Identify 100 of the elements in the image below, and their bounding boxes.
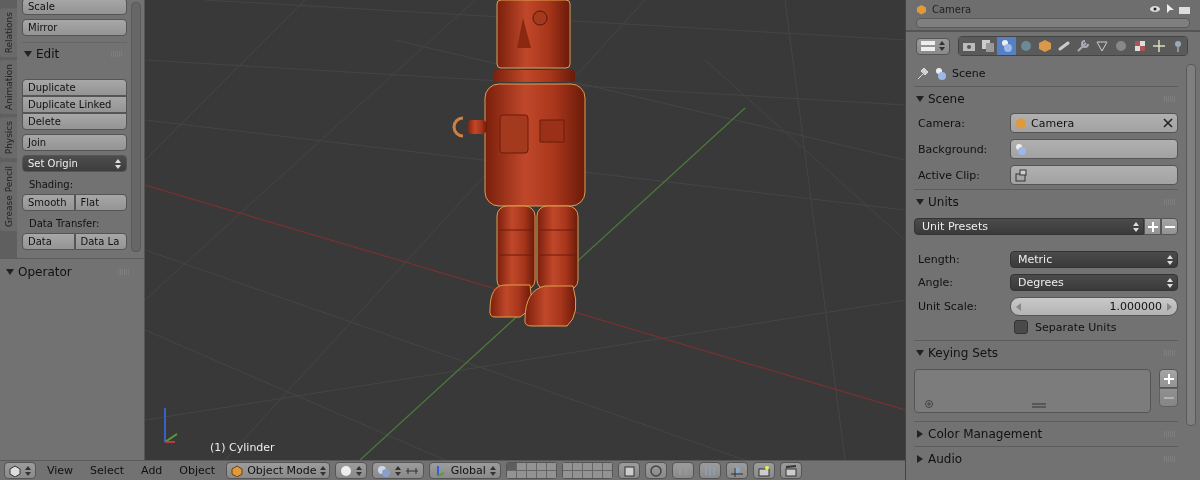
tool-button[interactable]: Smooth — [22, 194, 75, 211]
axis-icon — [434, 463, 447, 478]
panel-header[interactable]: Audio — [914, 447, 1178, 471]
cube-icon — [231, 464, 244, 477]
object-field[interactable] — [1010, 139, 1178, 159]
toolbar-button[interactable] — [618, 462, 641, 479]
tool-button[interactable]: Data — [22, 233, 75, 250]
lock-icon — [623, 464, 636, 477]
up-down-arrows-icon — [395, 465, 402, 476]
field-label: Background: — [918, 142, 989, 156]
dropdown[interactable]: Degrees — [1010, 274, 1178, 291]
up-down-arrows-icon — [490, 465, 497, 476]
up-down-arrows-icon — [115, 158, 121, 169]
left-arrow-icon — [1016, 302, 1021, 311]
field-label: Length: — [918, 253, 961, 266]
up-down-arrows-icon — [1133, 221, 1139, 232]
axis-gizmo-icon — [164, 407, 178, 443]
checkbox[interactable] — [1014, 320, 1028, 334]
collapse-triangle-icon[interactable] — [916, 198, 924, 206]
expand-triangle-icon[interactable] — [916, 430, 924, 438]
globe-icon — [1018, 39, 1033, 53]
up-down-arrows-icon — [25, 465, 31, 476]
robot-drawing[interactable] — [452, 0, 586, 327]
properties-tab[interactable] — [997, 37, 1016, 55]
scrollbar[interactable] — [131, 2, 141, 252]
mode-dropdown[interactable]: Object Mode — [226, 462, 331, 479]
cube-icon — [9, 464, 21, 477]
collapse-triangle-icon[interactable] — [916, 95, 924, 103]
pivot-dropdown[interactable] — [372, 462, 425, 479]
panel-header[interactable]: Scene — [914, 87, 1178, 111]
up-down-arrows-icon — [1167, 254, 1173, 265]
tool-button[interactable]: Data La — [74, 233, 127, 250]
layer-grid[interactable] — [506, 462, 558, 479]
list-box[interactable] — [914, 369, 1151, 413]
collapse-triangle-icon[interactable] — [24, 50, 32, 58]
tool-button[interactable]: Scale — [22, 0, 127, 15]
resize-grip-icon[interactable] — [1031, 403, 1046, 408]
panel-title: Keying Sets — [928, 346, 999, 360]
up-down-arrows-icon — [356, 465, 363, 476]
panel-header[interactable]: Units — [914, 190, 1178, 214]
spheres-icon — [1015, 142, 1027, 156]
panel-title: Audio — [928, 452, 963, 466]
spheres-icon — [935, 66, 947, 80]
pin-icon[interactable] — [916, 66, 930, 80]
object-name-label: (1) Cylinder — [210, 441, 275, 454]
editor-type-button[interactable] — [916, 37, 950, 55]
tool-button[interactable]: Join — [22, 134, 127, 151]
outliner-item[interactable]: Camera — [932, 3, 972, 15]
editor-type-button[interactable] — [4, 462, 36, 479]
tool-button[interactable]: Mirror — [22, 19, 127, 36]
wrench-icon — [1075, 39, 1090, 53]
toolbar-button[interactable] — [753, 462, 776, 479]
tool-button[interactable]: Duplicate — [22, 79, 127, 96]
expand-triangle-icon[interactable] — [916, 455, 924, 463]
editor-icon — [921, 40, 935, 52]
shading-dropdown[interactable] — [335, 462, 368, 479]
eye-icon[interactable] — [1149, 5, 1161, 13]
object-field[interactable] — [1010, 165, 1178, 185]
tool-button[interactable]: Flat — [74, 194, 127, 211]
layer-grid[interactable] — [562, 462, 614, 479]
panel-title: Edit — [36, 47, 60, 61]
scrollbar[interactable] — [916, 18, 1190, 28]
menu-item[interactable]: Add — [135, 464, 169, 477]
toolbar-button[interactable] — [645, 462, 668, 479]
up-down-arrows-icon — [939, 41, 945, 51]
cursor-icon[interactable] — [1166, 4, 1174, 14]
scrollbar[interactable] — [1186, 64, 1196, 426]
panel-header[interactable]: Edit — [22, 42, 127, 67]
circle-icon — [650, 464, 663, 477]
toolbar-button[interactable] — [780, 462, 803, 479]
tool-button[interactable]: Delete — [22, 113, 127, 130]
collapse-triangle-icon[interactable] — [6, 268, 14, 276]
panel-header[interactable]: Color Management — [914, 422, 1178, 446]
menu-item[interactable]: View — [41, 464, 80, 477]
tool-button[interactable]: Duplicate Linked — [22, 96, 127, 113]
number-field[interactable]: 1.000000 — [1010, 297, 1178, 316]
panel-title: Color Management — [928, 427, 1043, 441]
menu-item[interactable]: Select — [84, 464, 131, 477]
checker-icon — [1132, 39, 1147, 53]
add-button[interactable] — [1144, 218, 1161, 235]
presets-dropdown[interactable]: Unit Presets — [914, 218, 1144, 235]
grid-snap-icon — [731, 464, 744, 477]
panel-header[interactable]: Keying Sets — [914, 341, 1178, 365]
add-button[interactable] — [1159, 369, 1178, 388]
dropdown[interactable]: Metric — [1010, 251, 1178, 268]
dropdown[interactable]: Set Origin — [22, 155, 127, 172]
close-icon[interactable] — [1163, 118, 1173, 128]
panel-header[interactable]: Operator — [0, 259, 144, 283]
properties-tab[interactable] — [959, 37, 978, 55]
panel-title: Operator — [18, 265, 72, 279]
panel-title: Scene — [928, 92, 965, 106]
object-field[interactable]: Camera — [1010, 113, 1178, 133]
orientation-dropdown[interactable]: Global — [429, 462, 502, 479]
cube-icon — [1037, 39, 1052, 53]
camera-icon[interactable] — [1179, 4, 1190, 14]
remove-button[interactable] — [1161, 218, 1178, 235]
remove-button[interactable] — [1159, 388, 1178, 407]
menu-item[interactable]: Object — [173, 464, 222, 477]
collapse-triangle-icon[interactable] — [916, 349, 924, 357]
field-label: Camera: — [918, 116, 966, 130]
